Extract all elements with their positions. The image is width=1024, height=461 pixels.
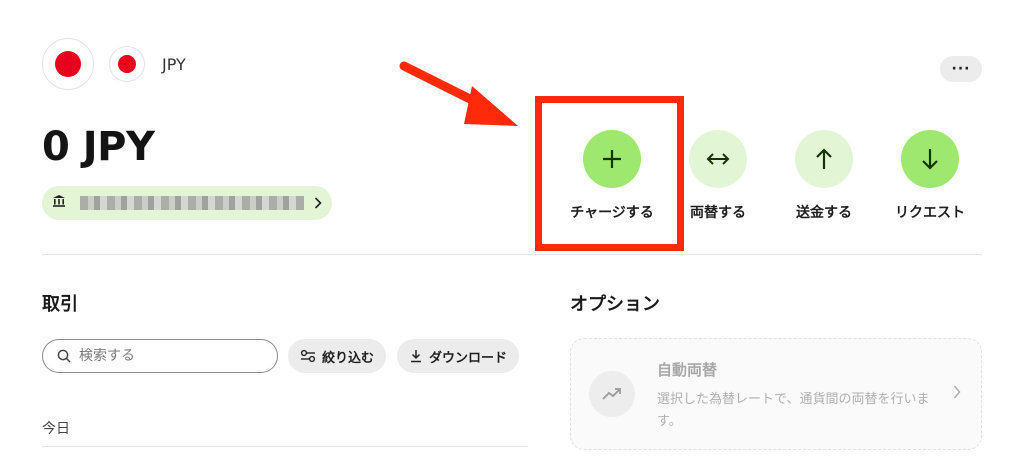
masked-account-number xyxy=(80,196,304,210)
charge-button[interactable]: チャージする xyxy=(557,130,667,222)
japan-flag-icon xyxy=(55,51,81,77)
date-group-label: 今日 xyxy=(42,421,70,437)
auto-exchange-title: 自動両替 xyxy=(657,361,718,379)
download-label: ダウンロード xyxy=(429,350,508,366)
filter-icon xyxy=(300,349,316,363)
more-options-button[interactable]: ··· xyxy=(940,56,982,82)
request-button[interactable]: リクエスト xyxy=(875,130,985,222)
search-icon xyxy=(57,349,71,363)
filter-button[interactable]: 絞り込む xyxy=(288,339,387,373)
send-label: 送金する xyxy=(796,205,852,221)
charge-label: チャージする xyxy=(570,205,654,221)
transactions-title: 取引 xyxy=(42,294,78,315)
exchange-label: 両替する xyxy=(690,205,746,221)
japan-flag-icon-small xyxy=(118,55,136,73)
download-icon xyxy=(411,350,421,363)
send-button[interactable]: 送金する xyxy=(769,130,879,222)
auto-exchange-description: 選択した為替レートで、通貨間の両替を行います。 xyxy=(657,392,930,429)
exchange-button[interactable]: 両替する xyxy=(663,130,773,222)
annotation-arrow xyxy=(399,61,518,126)
transaction-search[interactable] xyxy=(42,339,278,373)
plus-icon xyxy=(583,130,641,188)
currency-flag-small xyxy=(109,46,145,82)
bank-icon xyxy=(52,194,70,212)
search-input[interactable] xyxy=(79,348,259,364)
filter-label: 絞り込む xyxy=(322,350,375,366)
more-icon: ··· xyxy=(951,61,971,77)
currency-code: JPY xyxy=(162,55,186,74)
currency-flag-large xyxy=(42,38,94,90)
swap-arrows-icon xyxy=(689,130,747,188)
bank-details-pill[interactable] xyxy=(42,186,332,220)
options-title: オプション xyxy=(570,294,660,315)
chevron-right-icon xyxy=(314,194,322,213)
balance-amount: 0 JPY xyxy=(42,124,155,170)
download-button[interactable]: ダウンロード xyxy=(397,339,520,373)
arrow-up-icon xyxy=(795,130,853,188)
list-divider xyxy=(42,446,528,447)
section-divider xyxy=(42,254,982,255)
trend-up-icon xyxy=(589,371,635,417)
request-label: リクエスト xyxy=(895,205,965,221)
arrow-down-icon xyxy=(901,130,959,188)
chevron-right-icon xyxy=(953,383,961,404)
auto-exchange-card[interactable]: 自動両替 選択した為替レートで、通貨間の両替を行います。 xyxy=(570,338,982,450)
